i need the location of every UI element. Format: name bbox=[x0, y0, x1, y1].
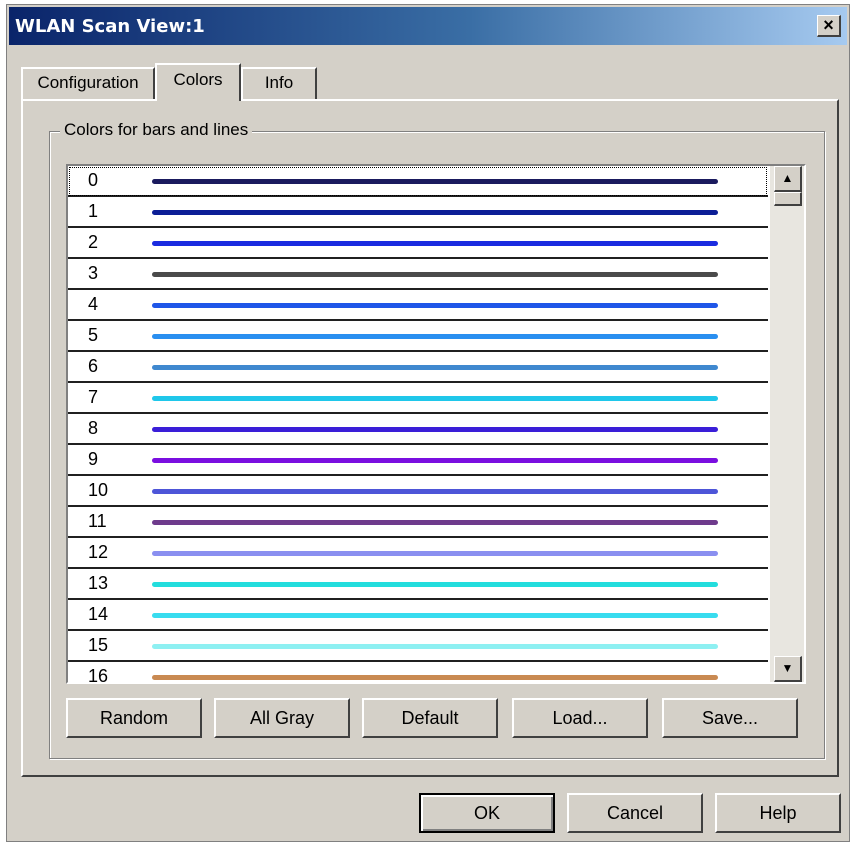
color-row[interactable]: 7 bbox=[68, 383, 768, 414]
load-button[interactable]: Load... bbox=[512, 698, 648, 738]
color-swatch-line bbox=[152, 241, 718, 246]
tab-label: Colors bbox=[173, 70, 223, 89]
color-index: 4 bbox=[88, 294, 99, 314]
color-swatch-line bbox=[152, 613, 718, 618]
color-rows: 0 1 2 3 4 5 6 7 8 9 10 11 12 13 14 15 16 bbox=[68, 166, 768, 684]
color-row[interactable]: 16 bbox=[68, 662, 768, 684]
random-button[interactable]: Random bbox=[66, 698, 202, 738]
color-swatch-line bbox=[152, 582, 718, 587]
tab-info[interactable]: Info bbox=[241, 67, 317, 99]
scroll-thumb[interactable] bbox=[774, 192, 802, 206]
color-swatch-line bbox=[152, 644, 718, 649]
ok-button[interactable]: OK bbox=[419, 793, 555, 833]
color-index: 16 bbox=[88, 666, 109, 684]
color-swatch-line bbox=[152, 551, 718, 556]
color-swatch-line bbox=[152, 396, 718, 401]
color-swatch-line bbox=[152, 489, 718, 494]
color-index: 15 bbox=[88, 635, 109, 655]
color-index: 2 bbox=[88, 232, 99, 252]
tab-configuration[interactable]: Configuration bbox=[21, 67, 155, 99]
color-swatch-line bbox=[152, 520, 718, 525]
vertical-scrollbar[interactable]: ▲ ▼ bbox=[770, 166, 804, 682]
color-index: 10 bbox=[88, 480, 109, 500]
color-row[interactable]: 4 bbox=[68, 290, 768, 321]
scroll-up-button[interactable]: ▲ bbox=[774, 166, 802, 192]
color-swatch-line bbox=[152, 458, 718, 463]
color-swatch-line bbox=[152, 210, 718, 215]
color-index: 8 bbox=[88, 418, 99, 438]
dialog-window: WLAN Scan View:1 × Configuration Colors … bbox=[6, 4, 850, 842]
color-row[interactable]: 2 bbox=[68, 228, 768, 259]
color-swatch-line bbox=[152, 303, 718, 308]
color-swatch-line bbox=[152, 675, 718, 680]
cancel-button[interactable]: Cancel bbox=[567, 793, 703, 833]
color-swatch-line bbox=[152, 427, 718, 432]
color-swatch-line bbox=[152, 365, 718, 370]
color-row[interactable]: 1 bbox=[68, 197, 768, 228]
color-listbox[interactable]: 0 1 2 3 4 5 6 7 8 9 10 11 12 13 14 15 16 ▲ ▼ bbox=[66, 164, 806, 684]
window-title: WLAN Scan View:1 bbox=[15, 16, 205, 37]
tab-label: Info bbox=[264, 73, 294, 92]
color-row[interactable]: 13 bbox=[68, 569, 768, 600]
help-button[interactable]: Help bbox=[715, 793, 841, 833]
default-button[interactable]: Default bbox=[362, 698, 498, 738]
color-index: 9 bbox=[88, 449, 99, 469]
save-button[interactable]: Save... bbox=[662, 698, 798, 738]
color-row[interactable]: 14 bbox=[68, 600, 768, 631]
color-row[interactable]: 10 bbox=[68, 476, 768, 507]
color-index: 11 bbox=[88, 511, 107, 531]
color-swatch-line bbox=[152, 179, 718, 184]
color-index: 3 bbox=[88, 263, 99, 283]
color-row[interactable]: 3 bbox=[68, 259, 768, 290]
tab-panel-colors: Colors for bars and lines 0 1 2 3 4 5 6 7 8 9 10 11… bbox=[21, 99, 839, 777]
color-index: 0 bbox=[88, 170, 99, 190]
color-index: 13 bbox=[88, 573, 109, 593]
all-gray-button[interactable]: All Gray bbox=[214, 698, 350, 738]
color-row[interactable]: 8 bbox=[68, 414, 768, 445]
arrow-down-icon: ▼ bbox=[781, 661, 794, 675]
color-row[interactable]: 6 bbox=[68, 352, 768, 383]
color-row[interactable]: 5 bbox=[68, 321, 768, 352]
color-index: 7 bbox=[88, 387, 99, 407]
close-icon: × bbox=[823, 15, 834, 35]
color-index: 5 bbox=[88, 325, 99, 345]
groupbox-label: Colors for bars and lines bbox=[60, 120, 253, 140]
color-index: 6 bbox=[88, 356, 99, 376]
color-swatch-line bbox=[152, 272, 718, 277]
color-index: 1 bbox=[88, 201, 99, 221]
title-bar[interactable]: WLAN Scan View:1 × bbox=[9, 7, 847, 45]
scroll-down-button[interactable]: ▼ bbox=[774, 656, 802, 682]
arrow-up-icon: ▲ bbox=[781, 171, 794, 185]
color-row[interactable]: 9 bbox=[68, 445, 768, 476]
color-row[interactable]: 0 bbox=[68, 166, 768, 197]
tab-colors[interactable]: Colors bbox=[155, 63, 241, 101]
color-swatch-line bbox=[152, 334, 718, 339]
color-row[interactable]: 11 bbox=[68, 507, 768, 538]
color-index: 14 bbox=[88, 604, 109, 624]
colors-groupbox: Colors for bars and lines 0 1 2 3 4 5 6 7 8 9 10 11… bbox=[49, 120, 825, 759]
color-index: 12 bbox=[88, 542, 109, 562]
close-button[interactable]: × bbox=[817, 15, 841, 37]
tab-label: Configuration bbox=[37, 73, 139, 92]
color-row[interactable]: 15 bbox=[68, 631, 768, 662]
color-row[interactable]: 12 bbox=[68, 538, 768, 569]
